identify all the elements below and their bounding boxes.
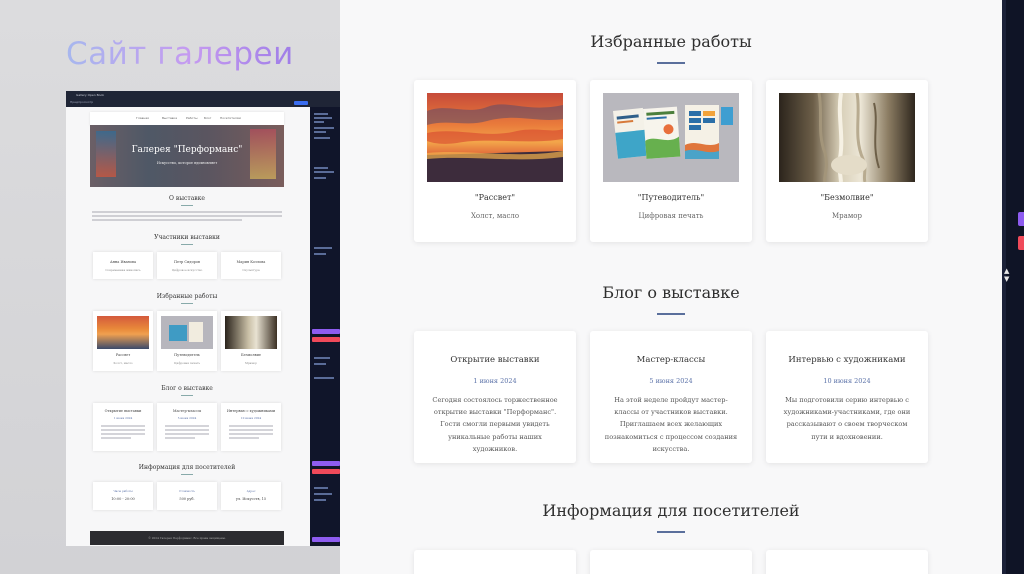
preview-hero: Галерея "Перформанс" Искусство, которое … <box>90 125 284 187</box>
editor-scrollbar[interactable] <box>1002 0 1006 574</box>
section-divider <box>657 531 685 533</box>
info-card <box>590 550 752 574</box>
preview-hero-title: Галерея "Перформанс" <box>131 145 243 155</box>
text-line <box>92 219 242 221</box>
divider <box>181 244 193 245</box>
editor-marker <box>1018 212 1024 226</box>
info-section-title: Информация для посетителей <box>542 501 800 520</box>
preview-work-card[interactable]: Путеводитель Цифровая печать <box>157 311 217 371</box>
preview-blog-title: Блог о выставке <box>161 385 213 392</box>
preview-page: Главная Выставка Работы Блог Посетителям… <box>66 107 310 546</box>
preview-about-title: О выставке <box>169 195 205 202</box>
info-card <box>766 550 928 574</box>
preview-work-card[interactable]: Рассвет Холст, масло <box>93 311 153 371</box>
code-marker <box>312 469 340 474</box>
blog-post-title: Мастер-классы <box>636 355 706 365</box>
presentation-slide: Сайт галереи Gallery Open Book Предпросм… <box>0 0 340 574</box>
preview-hero-subtitle: Искусство, которое вдохновляет <box>156 161 218 165</box>
section-divider <box>657 62 685 64</box>
blog-card[interactable]: Мастер-классы 5 июня 2024 На этой неделе… <box>590 331 752 463</box>
work-title: "Безмолвие" <box>820 193 874 202</box>
code-editor-strip: ▲ ▼ <box>1002 0 1024 574</box>
preview-screenshot: Gallery Open Book Предпросмотр Главная В… <box>66 91 340 546</box>
blog-post-title: Интервью с художниками <box>788 355 906 365</box>
preview-participant-card: Мария Козлова Скульптура <box>221 252 281 279</box>
section-divider <box>657 313 685 315</box>
preview-nav-item[interactable]: Посетителям <box>220 116 241 120</box>
work-subtitle: Холст, масло <box>470 212 520 220</box>
preview-window-title: Gallery Open Book <box>76 93 105 97</box>
blog-card[interactable]: Открытие выставки 1 июня 2024 Сегодня со… <box>414 331 576 463</box>
work-subtitle: Мрамор <box>832 212 862 220</box>
divider <box>181 395 193 396</box>
info-card <box>414 550 576 574</box>
works-section-title: Избранные работы <box>590 32 752 51</box>
code-marker <box>312 337 340 342</box>
work-title: "Рассвет" <box>474 193 516 202</box>
divider <box>181 303 193 304</box>
website-preview: Избранные работы "Рассвет" Холст, масло … <box>340 0 1002 574</box>
blog-card[interactable]: Интервью с художниками 10 июня 2024 Мы п… <box>766 331 928 463</box>
blog-post-text: Сегодня состоялось торжественное открыти… <box>432 396 558 453</box>
text-line <box>92 215 282 217</box>
divider <box>181 205 193 206</box>
preview-code-panel <box>310 107 340 546</box>
work-subtitle: Цифровая печать <box>638 212 704 220</box>
work-title: "Путеводитель" <box>637 193 705 202</box>
blog-post-date: 5 июня 2024 <box>649 377 693 385</box>
code-marker <box>312 329 340 334</box>
work-image-sunset <box>427 93 563 182</box>
preview-works-title: Избранные работы <box>156 293 218 300</box>
preview-info-title: Информация для посетителей <box>138 464 236 471</box>
preview-run-button[interactable] <box>294 101 308 105</box>
preview-participants-title: Участники выставки <box>154 234 220 241</box>
preview-work-card[interactable]: Безмолвие Мрамор <box>221 311 281 371</box>
preview-toolbar-label: Предпросмотр <box>70 100 94 104</box>
preview-topbar: Gallery Open Book Предпросмотр <box>66 91 340 107</box>
preview-footer: © 2024 Галерея Перформанс. Все права защ… <box>90 531 284 545</box>
preview-work-image <box>161 316 213 349</box>
text-line <box>92 211 282 213</box>
preview-blog-card[interactable]: Открытие выставки 1 июня 2024 <box>93 403 153 451</box>
preview-info-card: Часы работы 10:00 - 20:00 <box>93 482 153 510</box>
preview-nav-item[interactable]: Работы <box>186 116 197 120</box>
code-marker <box>312 461 340 466</box>
divider <box>181 474 193 475</box>
blog-section-title: Блог о выставке <box>602 283 740 302</box>
preview-work-image <box>225 316 277 349</box>
preview-nav: Главная Выставка Работы Блог Посетителям <box>90 112 284 126</box>
work-card[interactable]: "Рассвет" Холст, масло <box>414 80 576 242</box>
preview-participant-card: Петр Сидоров Цифровое искусство <box>157 252 217 279</box>
blog-post-title: Открытие выставки <box>450 355 540 365</box>
preview-participant-card: Анна Иванова Современная живопись <box>93 252 153 279</box>
collapse-arrow-icon[interactable]: ▲ ▼ <box>1004 267 1009 283</box>
slide-title: Сайт галереи <box>66 36 294 72</box>
blog-post-text: На этой неделе пройдут мастер-классы от … <box>604 396 738 453</box>
blog-post-date: 1 июня 2024 <box>473 377 517 385</box>
work-image-guidebook <box>603 93 739 182</box>
code-marker <box>312 537 340 542</box>
preview-info-card: Адрес ул. Искусств, 15 <box>221 482 281 510</box>
preview-info-card: Стоимость 500 руб. <box>157 482 217 510</box>
preview-work-image <box>97 316 149 349</box>
preview-nav-item[interactable]: Блог <box>204 116 211 120</box>
work-image-sculpture <box>779 93 915 182</box>
preview-nav-item[interactable]: Выставка <box>162 116 177 120</box>
work-card[interactable]: "Безмолвие" Мрамор <box>766 80 928 242</box>
preview-blog-card[interactable]: Мастер-классы 5 июня 2024 <box>157 403 217 451</box>
blog-post-date: 10 июня 2024 <box>823 377 871 385</box>
blog-post-text: Мы подготовили серию интервью с художник… <box>783 396 911 441</box>
editor-marker <box>1018 236 1024 250</box>
preview-nav-item[interactable]: Главная <box>136 116 149 120</box>
preview-blog-card[interactable]: Интервью с художниками 10 июня 2024 <box>221 403 281 451</box>
work-card[interactable]: "Путеводитель" Цифровая печать <box>590 80 752 242</box>
